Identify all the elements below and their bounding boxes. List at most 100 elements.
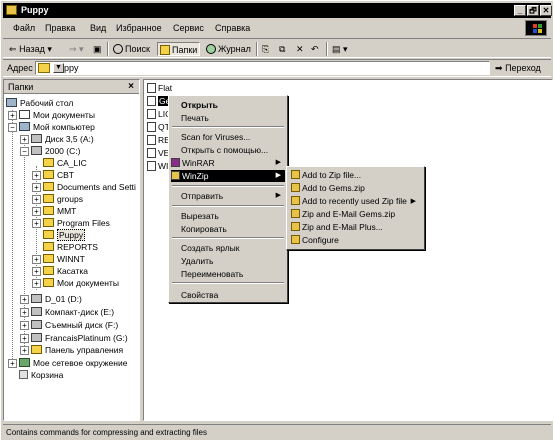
tree-item-drive-e[interactable]: Компакт-диск (E:) [31,306,114,318]
tree-item-network[interactable]: Мое сетевое окружение [19,357,127,369]
file-item[interactable]: QT [147,121,170,133]
tree-item-folder[interactable]: Мои документы [43,277,119,289]
tree-item-drive-f[interactable]: Съемный диск (F:) [31,319,118,331]
menu-item-rename[interactable]: Переименовать [171,268,285,280]
expand-toggle[interactable]: + [8,111,17,120]
menu-item-send-to[interactable]: Отправить ▶ [171,190,285,202]
menu-favorites[interactable]: Избранное [116,23,162,33]
menu-item-winzip[interactable]: WinZip ▶ [171,170,285,182]
expand-toggle[interactable]: + [32,183,41,192]
menu-item-print[interactable]: Печать [171,112,285,124]
forward-button[interactable]: ⇒ ▾ [69,42,84,56]
menu-item-open-with[interactable]: Открыть с помощью... [171,144,285,156]
expand-toggle[interactable]: + [32,207,41,216]
menu-separator [172,205,284,207]
expand-toggle[interactable]: + [32,255,41,264]
search-button[interactable]: Поиск [113,42,150,56]
collapse-toggle[interactable]: − [20,147,29,156]
tree-item-drive-g[interactable]: FrancaisPlatinum (G:) [31,332,128,344]
menu-item-copy[interactable]: Копировать [171,223,285,235]
folder-icon [43,242,54,251]
move-to-icon[interactable]: ⎘ [262,42,269,56]
expand-toggle[interactable]: + [20,334,29,343]
expand-toggle[interactable]: + [20,135,29,144]
tree-item-folder[interactable]: MMT [43,205,76,217]
file-item[interactable]: VE [147,147,169,159]
folder-icon [43,254,54,263]
expand-toggle[interactable]: + [32,279,41,288]
file-icon [147,109,156,119]
winzip-icon [291,222,300,231]
delete-icon[interactable]: ✕ [296,42,304,56]
tree-item-desktop[interactable]: Рабочий стол [6,97,73,109]
menu-item-winrar[interactable]: WinRAR ▶ [171,157,285,169]
tree-item-folder[interactable]: WINNT [43,253,85,265]
close-button[interactable]: ✕ [540,5,552,16]
menu-item-delete[interactable]: Удалить [171,255,285,267]
views-button[interactable]: ▤ ▾ [332,42,348,56]
address-input[interactable]: Puppy ▼ [35,61,490,75]
tree-item-folder[interactable]: Documents and Setti [43,181,136,193]
tree-item-drive-c[interactable]: 2000 (C:) [31,145,80,157]
expand-toggle[interactable]: + [20,321,29,330]
tree-item-folder[interactable]: CA_LIC [43,157,87,169]
menu-item-create-shortcut[interactable]: Создать ярлык [171,242,285,254]
tree-item-folder[interactable]: REPORTS [43,241,98,253]
tree-item-folder[interactable]: Касатка [43,265,88,277]
up-folder-icon[interactable]: ▣ [93,42,102,56]
expand-toggle[interactable]: + [32,267,41,276]
file-item[interactable]: Flat [147,82,172,94]
close-pane-button[interactable]: × [128,81,134,92]
tree-item-folder[interactable]: CBT [43,169,74,181]
menu-help[interactable]: Справка [215,23,250,33]
window-title: Puppy [21,5,49,15]
minimize-button[interactable]: _ [514,5,526,16]
toolbar-separator [107,42,109,56]
menu-view[interactable]: Вид [90,23,106,33]
undo-icon[interactable]: ↶ [311,42,319,56]
expand-toggle[interactable]: + [20,308,29,317]
copy-to-icon[interactable]: ⧉ [279,42,285,56]
menu-item-properties[interactable]: Свойства [171,289,285,301]
menu-item-add-to-recent-zip[interactable]: Add to recently used Zip file ▶ [289,195,422,208]
back-button[interactable]: ⇐ Назад ▾ [9,42,52,56]
tree-item-folder[interactable]: Program Files [43,217,110,229]
menu-item-cut[interactable]: Вырезать [171,210,285,222]
menu-item-configure[interactable]: Configure [289,234,422,247]
menu-edit[interactable]: Правка [45,23,75,33]
menu-item-add-to-gems-zip[interactable]: Add to Gems.zip [289,182,422,195]
file-item[interactable]: WI [147,160,168,172]
expand-toggle[interactable]: + [20,346,29,355]
folder-icon [43,218,54,227]
expand-toggle[interactable]: + [32,219,41,228]
submenu-arrow-icon: ▶ [275,192,281,199]
go-button[interactable]: ➡ Переход [495,63,541,74]
menu-file[interactable]: Файл [13,23,35,33]
collapse-toggle[interactable]: − [8,123,17,132]
history-button[interactable]: Журнал [206,42,251,56]
expand-toggle[interactable]: + [32,195,41,204]
expand-toggle[interactable]: + [8,359,17,368]
folders-button[interactable]: Папки [157,42,201,56]
search-icon [113,44,123,54]
tree-item-my-computer[interactable]: Мой компьютер [19,121,95,133]
tree-item-drive-a[interactable]: Диск 3,5 (A:) [31,133,94,145]
submenu-arrow-icon: ▶ [275,159,281,166]
menu-item-scan-viruses[interactable]: Scan for Viruses... [171,131,285,143]
address-dropdown-button[interactable]: ▼ [53,63,64,73]
tree-item-recycle-bin[interactable]: Корзина [19,369,63,381]
menu-tools[interactable]: Сервис [173,23,204,33]
menu-item-zip-email-gems[interactable]: Zip and E-Mail Gems.zip [289,208,422,221]
menu-item-open[interactable]: Открыть [171,99,285,111]
expand-toggle[interactable]: + [20,295,29,304]
maximize-button[interactable]: 🗗 [527,5,539,16]
tree-item-control-panel[interactable]: Панель управления [31,344,123,356]
tree-item-drive-d[interactable]: D_01 (D:) [31,293,82,305]
menu-item-zip-email-plus[interactable]: Zip and E-Mail Plus... [289,221,422,234]
file-item[interactable]: RE [147,134,170,146]
tree-item-puppy-selected[interactable]: Puppy [43,229,86,241]
menu-item-add-to-zip[interactable]: Add to Zip file... [289,169,422,182]
tree-item-my-documents[interactable]: Мои документы [19,109,95,121]
expand-toggle[interactable]: + [32,171,41,180]
tree-item-folder[interactable]: groups [43,193,83,205]
